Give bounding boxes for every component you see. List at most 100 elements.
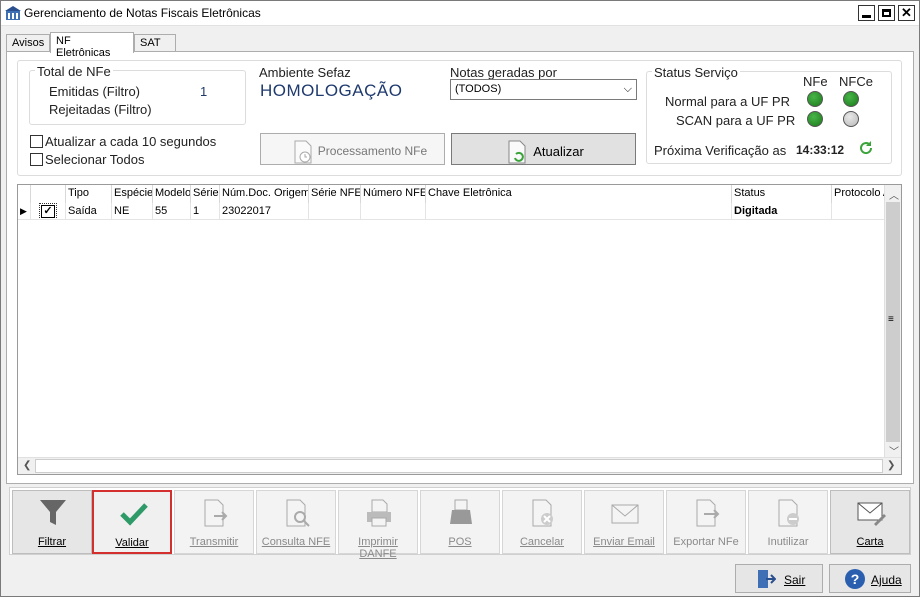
col-header[interactable]: Série bbox=[191, 185, 220, 203]
cell-numero-nfe bbox=[361, 203, 426, 220]
col-header[interactable]: Núm.Doc. Origem bbox=[220, 185, 309, 203]
next-check-time: 14:33:12 bbox=[796, 143, 845, 157]
auto-refresh-label: Atualizar a cada 10 segundos bbox=[45, 134, 217, 149]
cell-serie: 1 bbox=[191, 203, 220, 220]
validar-label: Validar bbox=[115, 537, 149, 549]
status-normal-nfce-indicator bbox=[843, 91, 859, 107]
filtrar-button[interactable]: Filtrar bbox=[12, 490, 92, 554]
vertical-scrollbar[interactable]: ︿ ≡ ﹀ bbox=[884, 185, 901, 458]
inutilizar-label: Inutilizar bbox=[767, 536, 809, 548]
letter-icon bbox=[857, 502, 886, 526]
inutilizar-button[interactable]: Inutilizar bbox=[748, 490, 828, 554]
status-scan-label: SCAN para a UF PR bbox=[676, 113, 796, 128]
document-cancel-icon bbox=[532, 499, 553, 527]
processamento-nfe-button[interactable]: Processamento NFe bbox=[260, 133, 445, 165]
col-header[interactable]: Chave Eletrônica bbox=[426, 185, 732, 203]
maximize-icon bbox=[882, 9, 891, 17]
col-header[interactable]: Espécie bbox=[112, 185, 153, 203]
filtrar-label: Filtrar bbox=[37, 536, 67, 548]
maximize-button[interactable] bbox=[878, 5, 895, 21]
scroll-down-icon[interactable]: ﹀ bbox=[889, 443, 899, 458]
help-icon: ? bbox=[845, 569, 865, 589]
window-title: Gerenciamento de Notas Fiscais Eletrônic… bbox=[24, 6, 261, 20]
col-header[interactable]: Modelo bbox=[153, 185, 191, 203]
sair-label: Sair bbox=[784, 573, 806, 587]
consulta-nfe-button[interactable]: Consulta NFE bbox=[256, 490, 336, 554]
next-check-label: Próxima Verificação as bbox=[654, 143, 787, 158]
svg-text:?: ? bbox=[851, 571, 860, 587]
refresh-icon[interactable] bbox=[858, 140, 874, 156]
notas-geradas-label: Notas geradas por bbox=[450, 65, 557, 80]
main-window: Gerenciamento de Notas Fiscais Eletrônic… bbox=[0, 0, 920, 597]
cell-modelo: 55 bbox=[153, 203, 191, 220]
app-building-icon bbox=[5, 6, 21, 20]
auto-refresh-checkbox[interactable] bbox=[30, 135, 43, 148]
col-header[interactable]: Série NFE bbox=[309, 185, 361, 203]
document-search-icon bbox=[286, 499, 310, 527]
carta-button[interactable]: Carta bbox=[830, 490, 910, 554]
horizontal-scrollbar[interactable]: ❮ ❯ bbox=[18, 457, 901, 474]
transmitir-button[interactable]: Transmitir bbox=[174, 490, 254, 554]
minimize-icon bbox=[862, 15, 871, 18]
pos-label: POS bbox=[448, 536, 472, 548]
notas-geradas-value: (TODOS) bbox=[455, 83, 502, 95]
tab-nf-eletronicas[interactable]: NF Eletrônicas bbox=[50, 32, 134, 59]
horizontal-scroll-thumb[interactable] bbox=[35, 459, 883, 473]
select-all-label: Selecionar Todos bbox=[45, 152, 145, 167]
row-checkbox[interactable]: ✓ bbox=[39, 203, 57, 219]
scroll-up-icon[interactable]: ︿ bbox=[889, 187, 899, 202]
atualizar-button[interactable]: Atualizar bbox=[451, 133, 636, 165]
ambiente-label: Ambiente Sefaz bbox=[259, 65, 351, 80]
atualizar-label: Atualizar bbox=[533, 144, 584, 159]
document-void-icon bbox=[778, 499, 799, 527]
totals-title: Total de NFe bbox=[35, 64, 113, 79]
close-button[interactable]: ✕ bbox=[898, 5, 915, 21]
vertical-scroll-thumb[interactable]: ≡ bbox=[886, 202, 900, 442]
validar-button[interactable]: Validar bbox=[92, 490, 172, 554]
notas-geradas-select[interactable]: (TODOS) ⌵ bbox=[450, 79, 637, 100]
enviar-email-button[interactable]: Enviar Email bbox=[584, 490, 664, 554]
tab-avisos[interactable]: Avisos bbox=[6, 34, 50, 52]
exportar-nfe-label: Exportar NFe bbox=[673, 536, 739, 548]
document-export-icon bbox=[696, 499, 720, 527]
grid-check-col bbox=[31, 185, 66, 203]
ajuda-button[interactable]: ? Ajuda bbox=[829, 564, 911, 593]
row-checkbox-cell[interactable]: ✓ bbox=[31, 203, 66, 220]
enviar-email-label: Enviar Email bbox=[593, 536, 655, 548]
tab-sat[interactable]: SAT bbox=[134, 34, 176, 52]
cancelar-label: Cancelar bbox=[519, 536, 565, 548]
document-send-icon bbox=[204, 499, 228, 527]
grid-indicator-col bbox=[18, 185, 31, 203]
status-normal-label: Normal para a UF PR bbox=[665, 94, 790, 109]
exportar-nfe-button[interactable]: Exportar NFe bbox=[666, 490, 746, 554]
cell-protocolo bbox=[832, 203, 885, 220]
col-header[interactable]: Status bbox=[732, 185, 832, 203]
scroll-right-icon[interactable]: ❯ bbox=[887, 460, 895, 471]
funnel-icon bbox=[40, 500, 66, 525]
cell-tipo: Saída bbox=[66, 203, 112, 220]
minimize-button[interactable] bbox=[858, 5, 875, 21]
status-col-nfce: NFCe bbox=[839, 74, 873, 89]
select-all-checkbox[interactable] bbox=[30, 153, 43, 166]
cancelar-button[interactable]: Cancelar bbox=[502, 490, 582, 554]
pos-printer-icon bbox=[450, 499, 472, 524]
transmitir-label: Transmitir bbox=[189, 536, 239, 548]
status-normal-nfe-indicator bbox=[807, 91, 823, 107]
emitidas-count: 1 bbox=[200, 84, 208, 99]
checkmark-icon bbox=[120, 503, 148, 526]
pos-button[interactable]: POS bbox=[420, 490, 500, 554]
grip-icon: ≡ bbox=[888, 314, 894, 325]
envelope-icon bbox=[611, 504, 639, 524]
col-header[interactable]: Número NFE bbox=[361, 185, 426, 203]
imprimir-danfe-button[interactable]: Imprimir DANFE bbox=[338, 490, 418, 560]
scroll-left-icon[interactable]: ❮ bbox=[23, 460, 31, 471]
col-header[interactable]: Tipo bbox=[66, 185, 112, 203]
consulta-nfe-label: Consulta NFE bbox=[261, 536, 331, 548]
imprimir-danfe-label: Imprimir DANFE bbox=[358, 536, 398, 560]
status-scan-nfce-indicator bbox=[843, 111, 859, 127]
rejeitadas-label: Rejeitadas (Filtro) bbox=[49, 102, 152, 117]
sair-button[interactable]: Sair bbox=[735, 564, 823, 593]
ajuda-label: Ajuda bbox=[871, 573, 902, 587]
emitidas-label: Emitidas (Filtro) bbox=[49, 84, 141, 99]
col-header[interactable]: Protocolo A bbox=[832, 185, 885, 203]
